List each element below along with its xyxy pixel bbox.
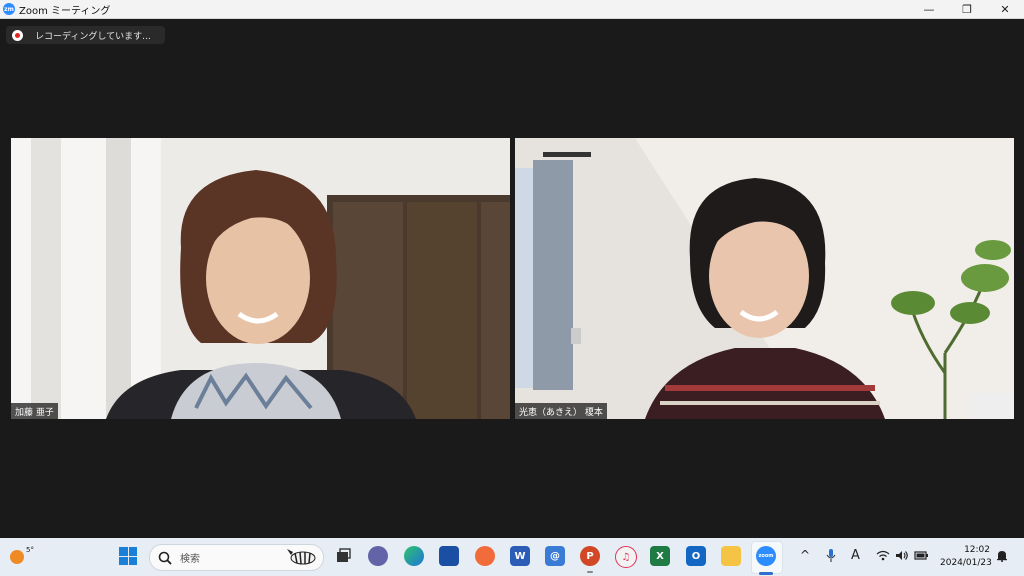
weather-sun-icon — [10, 550, 24, 564]
clock-date: 2024/01/23 — [940, 558, 992, 568]
word-icon[interactable]: W — [510, 546, 530, 566]
task-view-icon[interactable] — [333, 546, 353, 566]
file-explorer-icon[interactable] — [721, 546, 741, 566]
teams-chat-icon[interactable] — [368, 546, 388, 566]
system-clock[interactable]: 12:02 2024/01/23 — [940, 544, 992, 570]
microsoft-store-icon[interactable] — [439, 546, 459, 566]
participant-name-tag: 光恵（あきえ） 榎本 — [515, 403, 607, 419]
search-highlight-image — [287, 549, 316, 565]
taskbar: 5° 検索 W @ P ♫ X O zoom ^ A 12:02 2024/01… — [0, 538, 1024, 576]
participant-name-tag: 加藤 亜子 — [11, 403, 58, 419]
orange-app-icon[interactable] — [475, 546, 495, 566]
minimize-button[interactable]: — — [910, 0, 948, 18]
weather-temperature: 5° — [26, 546, 34, 554]
recording-icon — [12, 29, 23, 41]
participant-video-image — [11, 138, 510, 419]
search-placeholder: 検索 — [180, 554, 200, 565]
mail-icon[interactable]: @ — [545, 546, 565, 566]
weather-widget[interactable]: 5° — [8, 546, 38, 568]
wifi-icon[interactable] — [876, 550, 890, 561]
recording-label: レコーディングしています... — [35, 31, 151, 42]
recording-indicator[interactable]: レコーディングしています... — [6, 26, 165, 44]
itunes-icon[interactable]: ♫ — [615, 546, 637, 568]
participant-video-tile[interactable]: 加藤 亜子 — [11, 138, 510, 419]
show-hidden-icons-chevron-icon[interactable]: ^ — [800, 548, 810, 562]
excel-icon[interactable]: X — [650, 546, 670, 566]
powerpoint-icon[interactable]: P — [580, 546, 600, 566]
battery-icon[interactable] — [914, 550, 929, 561]
search-icon — [158, 551, 172, 565]
window-title: Zoom ミーティング — [19, 5, 111, 17]
restore-button[interactable]: ❐ — [948, 0, 986, 18]
title-bar: zm Zoom ミーティング — ❐ ✕ — [0, 0, 1024, 19]
zoom-logo-icon: zm — [3, 3, 15, 15]
outlook-icon[interactable]: O — [686, 546, 706, 566]
start-button[interactable] — [119, 547, 137, 565]
microphone-icon[interactable] — [826, 549, 836, 563]
participant-video-tile[interactable]: 光恵（あきえ） 榎本 — [515, 138, 1014, 419]
zoom-icon[interactable]: zoom — [756, 546, 776, 566]
notification-bell-icon[interactable] — [996, 550, 1008, 562]
taskbar-search[interactable]: 検索 — [149, 544, 324, 571]
zoom-active-indicator — [759, 572, 773, 575]
meeting-area: レコーディングしています... 加藤 亜子 光恵（あきえ） 榎本 — [0, 19, 1024, 538]
clock-time: 12:02 — [964, 545, 990, 555]
participant-video-image — [515, 138, 1014, 419]
volume-icon[interactable] — [895, 550, 909, 561]
powerpoint-running-indicator — [587, 571, 593, 573]
edge-browser-icon[interactable] — [404, 546, 424, 566]
close-button[interactable]: ✕ — [986, 0, 1024, 18]
ime-indicator[interactable]: A — [851, 548, 860, 563]
